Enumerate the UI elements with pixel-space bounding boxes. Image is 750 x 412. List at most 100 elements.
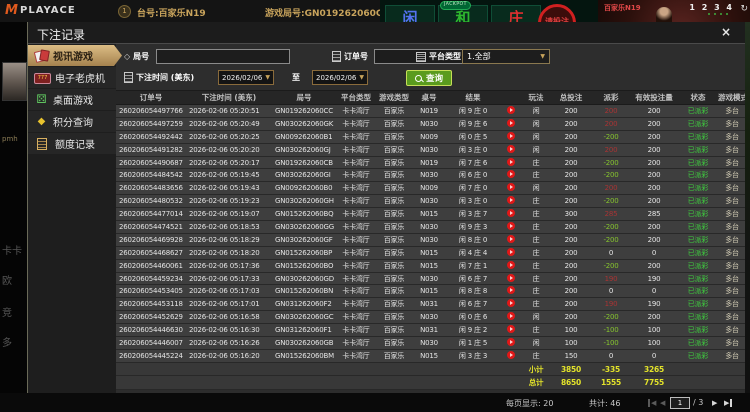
replay-icon[interactable] — [507, 144, 515, 153]
player-bet-tile: 闲 — [385, 5, 435, 22]
close-icon[interactable]: × — [721, 25, 731, 39]
date-from-picker[interactable]: 2026/02/06 ▼ — [218, 70, 274, 85]
search-icon — [414, 74, 422, 82]
replay-icon[interactable] — [507, 131, 515, 140]
valid-bet: 200 — [647, 184, 661, 193]
replay-button[interactable] — [500, 312, 522, 322]
total-bet: 200 — [564, 171, 578, 180]
replay-button[interactable] — [500, 273, 522, 284]
last-page-icon[interactable]: ▶ — [724, 399, 733, 407]
replay-button[interactable] — [500, 157, 522, 168]
replay-icon[interactable] — [507, 209, 515, 218]
payout: 285 — [604, 210, 618, 219]
bet-time: 2026-02-06 05:20:51 — [189, 106, 260, 115]
replay-icon[interactable] — [507, 350, 515, 359]
round-input[interactable] — [156, 49, 290, 64]
table-row: 260206054453405 2026-02-06 05:17:03 GN0152… — [116, 285, 746, 299]
page-number-input[interactable] — [670, 397, 690, 409]
refresh-icon: ↻ — [740, 4, 748, 14]
play-type: 庄 — [532, 248, 540, 257]
payout: 0 — [608, 287, 614, 296]
status: 已派彩 — [687, 261, 709, 270]
sidebar-item-3[interactable]: ◆ 积分查询 — [28, 111, 116, 132]
replay-button[interactable] — [500, 350, 522, 361]
sidebar-item-4[interactable]: 额度记录 — [28, 133, 116, 154]
status: 已派彩 — [687, 287, 709, 296]
game-type: 百家乐 — [383, 235, 405, 244]
result: 闲 0 庄 6 — [458, 313, 488, 322]
replay-button[interactable] — [500, 299, 522, 309]
game-mode: 多台 — [725, 210, 739, 219]
order-no: 260206054460061 — [119, 261, 183, 270]
replay-icon[interactable] — [507, 196, 515, 205]
table-no: N030 — [420, 222, 438, 231]
replay-button[interactable] — [500, 247, 522, 258]
sidebar-item-0[interactable]: 视讯游戏 — [28, 45, 122, 66]
status: 已派彩 — [687, 222, 709, 231]
payout: -200 — [603, 158, 619, 167]
replay-button[interactable] — [500, 131, 522, 142]
replay-button[interactable] — [500, 183, 522, 193]
replay-button[interactable] — [500, 170, 522, 180]
round-no: GN030262060GI — [275, 171, 331, 180]
sidebar-item-1[interactable]: 777 电子老虎机 — [28, 67, 116, 88]
replay-icon[interactable] — [507, 221, 515, 230]
replay-icon[interactable] — [507, 157, 515, 166]
replay-icon[interactable] — [507, 247, 515, 256]
column-header: 有效投注量 — [635, 93, 673, 102]
table-no: N015 — [420, 261, 438, 270]
result: 闲 6 庄 7 — [458, 300, 488, 309]
bet-tiles-background: 闲 和 庄 JACKPOT 请投注 — [380, 0, 598, 22]
game-mode: 多台 — [725, 119, 739, 128]
replay-icon[interactable] — [507, 325, 515, 334]
replay-button[interactable] — [500, 260, 522, 271]
prev-page-icon[interactable]: ◀ — [660, 399, 665, 407]
platform: 卡卡湾厅 — [342, 145, 370, 154]
replay-icon[interactable] — [507, 170, 515, 179]
next-page-icon[interactable]: ▶ — [712, 399, 717, 407]
replay-icon[interactable] — [507, 105, 515, 114]
replay-icon[interactable] — [507, 312, 515, 321]
ledger-icon — [37, 138, 47, 150]
play-type: 闲 — [532, 338, 540, 347]
replay-button[interactable] — [500, 196, 522, 206]
replay-button[interactable] — [500, 286, 522, 296]
platform: 卡卡湾厅 — [342, 197, 370, 206]
replay-icon[interactable] — [507, 286, 515, 295]
replay-icon[interactable] — [507, 118, 515, 127]
replay-icon[interactable] — [507, 337, 515, 346]
game-mode: 多台 — [725, 326, 739, 335]
table-no: N019 — [420, 106, 438, 115]
date-to-picker[interactable]: 2026/02/06 ▼ — [312, 70, 368, 85]
replay-button[interactable] — [500, 118, 522, 129]
replay-icon[interactable] — [507, 299, 515, 308]
platform-select[interactable]: 1.全部 ▼ — [462, 49, 550, 64]
round-no: GN031262060F1 — [275, 326, 332, 335]
payout: 0 — [608, 351, 614, 360]
replay-button[interactable] — [500, 209, 522, 219]
result: 闲 7 庄 6 — [458, 158, 488, 167]
replay-button[interactable] — [500, 325, 522, 335]
sidebar-item-2[interactable]: ⚄ 桌面游戏 — [28, 89, 116, 110]
background-right-sliver — [745, 22, 750, 393]
replay-button[interactable] — [500, 234, 522, 245]
replay-button[interactable] — [500, 221, 522, 232]
replay-icon[interactable] — [507, 260, 515, 269]
bet-time-filter-label: 下注时间 (美东) — [124, 72, 194, 83]
replay-button[interactable] — [500, 144, 522, 155]
replay-button[interactable] — [500, 337, 522, 348]
result: 闲 7 庄 0 — [458, 184, 488, 193]
replay-icon[interactable] — [507, 234, 515, 243]
table-row: 260206054469928 2026-02-06 05:18:29 GN0302… — [116, 233, 746, 247]
game-type: 百家乐 — [383, 210, 405, 219]
replay-button[interactable] — [500, 105, 522, 116]
order-no: 260206054468627 — [119, 248, 183, 257]
first-page-icon[interactable]: ◀ — [648, 399, 656, 407]
game-type: 百家乐 — [383, 274, 405, 283]
result: 闲 3 庄 7 — [458, 210, 488, 219]
search-button[interactable]: 查询 — [406, 70, 452, 86]
background-left-strip: pmh6053存款卡卡欧竞多 — [0, 22, 27, 412]
replay-icon[interactable] — [507, 183, 515, 192]
order-no: 260206054492442 — [119, 132, 183, 141]
replay-icon[interactable] — [507, 273, 515, 282]
